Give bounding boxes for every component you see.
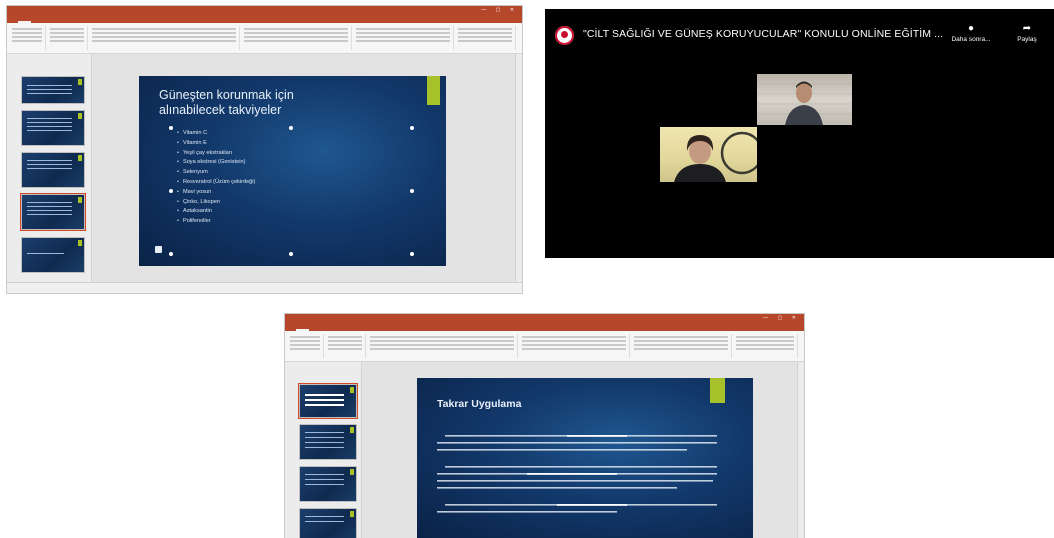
ribbon-group-slides[interactable] [47, 26, 88, 50]
slide-title-line-2: alınabilecek takviyeler [159, 103, 282, 117]
bullet-item: Çinko, Likopen [177, 198, 255, 208]
vertical-scrollbar[interactable] [797, 362, 804, 538]
current-slide[interactable]: Takrar Uygulama [417, 378, 753, 538]
slide-thumbnail[interactable] [21, 237, 85, 273]
bullet-item: Resveratrol (Üzüm çekirdeği) [177, 178, 255, 188]
slide-thumbnail[interactable] [21, 110, 85, 146]
resize-handle[interactable] [410, 189, 414, 193]
resize-handle[interactable] [169, 126, 173, 130]
watch-later-button[interactable]: ● Daha sonra... [949, 22, 993, 43]
participant-video-tile[interactable] [660, 127, 757, 182]
ribbon-tabs: ▪▪▪▪▪▪▪▪▪▪▪▪▪▪▪▪▪▪▪▪▪▪▪▪▪▪▪▪▪▪▪▪ [7, 14, 522, 30]
bullet-item: Astaksantin [177, 207, 255, 217]
ribbon-group-drawing[interactable] [353, 26, 454, 50]
window-controls[interactable]: — ▢ ✕ [481, 7, 518, 13]
resize-handle[interactable] [169, 252, 173, 256]
ribbon-tabs: ▪▪▪▪▪▪▪▪▪▪▪▪▪▪▪▪▪▪▪▪▪▪▪▪▪▪▪▪▪▪▪▪ [285, 322, 804, 338]
share-button[interactable]: ➦ Paylaş [1009, 22, 1045, 43]
slide-thumbnails-pane [7, 54, 92, 283]
slide-thumbnail[interactable] [21, 152, 85, 188]
slide-thumbnail[interactable] [299, 424, 357, 460]
vertical-scrollbar[interactable] [515, 54, 522, 283]
bullet-item: Soya ekstresi (Genistein) [177, 158, 255, 168]
participant-avatar [757, 81, 852, 125]
resize-handle[interactable] [410, 252, 414, 256]
ribbon-group-font[interactable] [89, 26, 240, 50]
watch-later-label: Daha sonra... [951, 36, 991, 43]
ribbon-group-paragraph[interactable] [241, 26, 352, 50]
bullet-item: Vitamin C [177, 129, 255, 139]
slide-thumbnail[interactable] [21, 76, 85, 104]
slide-thumbnail[interactable] [299, 508, 357, 538]
video-conference-window: "CİLT SAĞLIĞI VE GÜNEŞ KORUYUCULAR" KONU… [545, 9, 1054, 258]
ribbon-group-drawing[interactable] [631, 334, 732, 358]
slide-thumbnail[interactable] [299, 466, 357, 502]
share-arrow-icon: ➦ [1022, 23, 1032, 34]
bullet-item: Vitamin E [177, 139, 255, 149]
resize-handle[interactable] [289, 126, 293, 130]
slide-bullet-list: Vitamin C Vitamin E Yeşil çay ekstraklar… [177, 129, 255, 227]
slide-thumbnail[interactable] [298, 383, 358, 419]
ribbon-group-slides[interactable] [325, 334, 366, 358]
powerpoint-window-1: — ▢ ✕ ▪▪▪▪▪▪▪▪▪▪▪▪▪▪▪▪▪▪▪▪▪▪▪▪▪▪▪▪▪▪▪▪ G… [6, 5, 523, 294]
ribbon [7, 23, 522, 54]
ribbon-group-clipboard[interactable] [9, 26, 46, 50]
title-bar: — ▢ ✕ [285, 314, 804, 322]
slide-thumbnails-pane [285, 362, 362, 538]
organization-logo-icon [555, 26, 574, 45]
slide-editing-area: Güneşten korunmak için alınabilecek takv… [92, 54, 522, 283]
layout-options-icon[interactable] [155, 246, 162, 253]
resize-handle[interactable] [169, 189, 173, 193]
slide-title-line-1: Güneşten korunmak için [159, 88, 294, 102]
powerpoint-window-2: — ▢ ✕ ▪▪▪▪▪▪▪▪▪▪▪▪▪▪▪▪▪▪▪▪▪▪▪▪▪▪▪▪▪▪▪▪ T… [284, 313, 805, 538]
window-controls[interactable]: — ▢ ✕ [763, 315, 800, 321]
bullet-item: Polifenoller [177, 217, 255, 227]
ribbon-group-font[interactable] [367, 334, 518, 358]
current-slide[interactable]: Güneşten korunmak için alınabilecek takv… [139, 76, 446, 266]
ribbon [285, 331, 804, 362]
bullet-item: Yeşil çay ekstrakları [177, 149, 255, 159]
ribbon-group-editing[interactable] [733, 334, 798, 358]
status-bar [7, 282, 522, 293]
text-line-group [437, 435, 717, 513]
resize-handle[interactable] [289, 252, 293, 256]
slide-thumbnail[interactable] [20, 193, 86, 231]
ribbon-group-clipboard[interactable] [287, 334, 324, 358]
participant-avatar [674, 131, 757, 182]
participant-video-tile[interactable] [757, 74, 852, 125]
meeting-title: "CİLT SAĞLIĞI VE GÜNEŞ KORUYUCULAR" KONU… [583, 28, 944, 40]
slide-editing-area: Takrar Uygulama [362, 362, 804, 538]
ribbon-group-editing[interactable] [455, 26, 516, 50]
share-label: Paylaş [1017, 36, 1037, 43]
resize-handle[interactable] [410, 126, 414, 130]
slide-accent-bar [427, 76, 440, 105]
bullet-item: Mavi yosun [177, 188, 255, 198]
title-bar: — ▢ ✕ [7, 6, 522, 14]
clock-icon: ● [967, 23, 975, 34]
bullet-item: Selenyum [177, 168, 255, 178]
ribbon-group-paragraph[interactable] [519, 334, 630, 358]
